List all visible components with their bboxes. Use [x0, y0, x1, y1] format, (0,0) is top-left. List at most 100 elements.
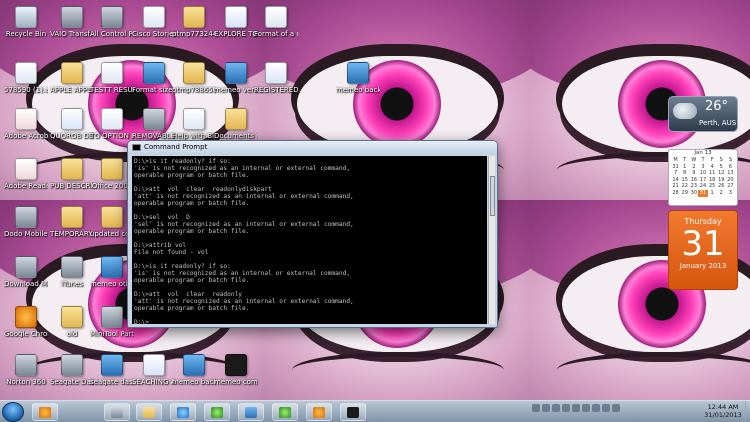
desktop-icon[interactable]: memeo version.PNG [214, 62, 258, 94]
tray-icon[interactable] [572, 404, 580, 412]
calendar-day[interactable]: 2 [689, 164, 698, 171]
calendar-day[interactable]: 31 [671, 164, 680, 171]
command-prompt-window[interactable]: Command Prompt D:\>is it readonly? if so… [127, 140, 498, 328]
desktop-icon[interactable]: Help with BIRE 5000… [172, 108, 216, 140]
calendar-day[interactable]: 23 [689, 183, 698, 190]
calendar-day[interactable]: 11 [708, 170, 717, 177]
taskbar-button-vmware[interactable] [238, 403, 264, 421]
desktop-icon[interactable]: Documents on Mel's… [214, 108, 258, 140]
desktop-icon[interactable]: TO OPTION HARD DRIVE [90, 108, 134, 140]
desktop-icon[interactable]: memeo back up date age… [336, 62, 380, 94]
calendar-day[interactable]: 8 [680, 170, 689, 177]
tray-icon[interactable] [582, 404, 590, 412]
calendar-grid[interactable]: M T W T F S S 31 1 2 3 4 5 6 7 8 9 10 11 12 13 14 15 16 17 18 19 20… [669, 157, 737, 197]
calendar-month-gadget[interactable]: Jan 13 M T W T F S S 31 1 2 3 4 5 6 7 8 9 10 11 12 13 14 15 16 1… [668, 149, 738, 206]
desktop-icon[interactable]: TESTT RESULTS… [90, 62, 134, 94]
calendar-day[interactable]: 29 [680, 190, 689, 197]
desktop-icon[interactable]: QUOROB DESCRIPTI… [50, 108, 94, 140]
system-tray[interactable] [532, 404, 622, 414]
calendar-day[interactable]: 12 [717, 170, 726, 177]
desktop-icon[interactable]: iTunes [50, 256, 94, 288]
desktop-icon[interactable]: Download Media Go [4, 256, 48, 288]
calendar-day[interactable]: 1 [708, 190, 717, 197]
desktop-icon[interactable]: 578590 (1).abc [4, 62, 48, 94]
taskbar-button-internet-explorer[interactable] [170, 403, 196, 421]
desktop-icon[interactable]: APPLE APPLICAT… [50, 62, 94, 94]
calendar-day[interactable]: 30 [689, 190, 698, 197]
calendar-day[interactable]: 3 [726, 190, 735, 197]
console-output[interactable]: D:\>is it readonly? if so:'is' is not re… [132, 156, 487, 324]
desktop-icon[interactable]: REMOVABLE DRIVE MEM… [132, 108, 176, 140]
taskbar-button-chrome[interactable] [306, 403, 332, 421]
weather-gadget[interactable]: 26° Perth, AUS [668, 96, 738, 132]
window-titlebar[interactable]: Command Prompt [128, 141, 497, 155]
tray-icon[interactable] [592, 404, 600, 412]
desktop-icon[interactable]: Recycle Bin [4, 6, 48, 38]
calendar-day[interactable]: 20 [726, 177, 735, 184]
desktop-icon[interactable]: Dodo Mobile Broadband [4, 206, 48, 238]
calendar-day[interactable]: 26 [717, 183, 726, 190]
desktop-icon[interactable]: VAIO Transf… [50, 6, 94, 38]
taskbar-button-clock-app[interactable] [204, 403, 230, 421]
calendar-day[interactable]: 9 [689, 170, 698, 177]
desktop-icon[interactable]: SEACHING A-SCRABLE… [132, 354, 176, 386]
calendar-day[interactable]: 5 [717, 164, 726, 171]
desktop-icon[interactable]: seagate dashboard… [90, 354, 134, 386]
taskbar-button-explorer[interactable] [136, 403, 162, 421]
network-icon[interactable] [602, 404, 610, 412]
desktop-icon[interactable]: REGISTERED TRUSTEES… [254, 62, 298, 94]
desktop-icon[interactable]: Adobe Acrobat… [4, 108, 48, 140]
desktop-icon[interactable]: Seagate Dashboard [50, 354, 94, 386]
calendar-day[interactable]: 21 [671, 183, 680, 190]
calendar-day[interactable]: 25 [708, 183, 717, 190]
desktop-icon[interactable]: PUB DESCRIPTU… [50, 158, 94, 190]
desktop-icon[interactable]: Adobe Reader XI [4, 158, 48, 190]
calendar-day[interactable]: 16 [689, 177, 698, 184]
volume-icon[interactable] [612, 404, 620, 412]
calendar-day[interactable]: 14 [671, 177, 680, 184]
calendar-day[interactable]: 2 [717, 190, 726, 197]
tray-icon[interactable] [532, 404, 540, 412]
taskbar-button-command-prompt[interactable] [340, 403, 366, 421]
calendar-day[interactable]: 19 [717, 177, 726, 184]
desktop-icon[interactable]: Format size - memeo PNG [132, 62, 176, 94]
desktop-icon[interactable]: Norton 360 [4, 354, 48, 386]
desktop-icon[interactable]: ptmp788650 [172, 62, 216, 94]
calendar-day[interactable]: 17 [698, 177, 707, 184]
scrollbar-thumb[interactable] [490, 176, 495, 216]
calendar-day[interactable]: 1 [680, 164, 689, 171]
desktop-icon[interactable]: TEMPORARY AGENCY P… [50, 206, 94, 238]
taskbar-clock[interactable]: 12:44 AM 31/01/2013 [700, 403, 746, 419]
show-desktop-button[interactable] [745, 401, 750, 422]
calendar-day[interactable]: 7 [671, 170, 680, 177]
calendar-day[interactable]: 3 [698, 164, 707, 171]
calendar-day[interactable]: 15 [680, 177, 689, 184]
desktop-icon[interactable]: All Control Panel Item… [90, 6, 134, 38]
desktop-icon[interactable]: ptmp773244 [172, 6, 216, 38]
taskbar-button-media-player[interactable] [32, 403, 58, 421]
calendar-day[interactable]: 18 [708, 177, 717, 184]
desktop-icon[interactable]: old [50, 306, 94, 338]
desktop-icon[interactable]: Cisco Stories [132, 6, 176, 38]
calendar-day[interactable]: 13 [726, 170, 735, 177]
desktop-icon[interactable]: memeo computer… [214, 354, 258, 386]
calendar-day[interactable]: 31 [698, 189, 708, 197]
calendar-day[interactable]: 22 [680, 183, 689, 190]
start-button[interactable] [2, 402, 24, 422]
calendar-day[interactable]: 4 [708, 164, 717, 171]
taskbar-button-timer[interactable] [272, 403, 298, 421]
calendar-day[interactable]: 28 [671, 190, 680, 197]
desktop-icon[interactable]: Format of a disk proper… [254, 6, 298, 38]
desktop-icon[interactable]: memeo back up.PNG [172, 354, 216, 386]
calendar-day[interactable]: 6 [726, 164, 735, 171]
vertical-scrollbar[interactable] [488, 156, 495, 324]
tray-icon[interactable] [562, 404, 570, 412]
calendar-day[interactable]: 10 [698, 170, 707, 177]
desktop-icon[interactable]: Google Chrome [4, 306, 48, 338]
taskbar-button-tools[interactable] [104, 403, 130, 421]
calendar-day-gadget[interactable]: Thursday 31 January 2013 [668, 210, 738, 290]
desktop-icon[interactable]: EXPLORE TO GO TO STU… [214, 6, 258, 38]
tray-icon[interactable] [542, 404, 550, 412]
tray-icon[interactable] [552, 404, 560, 412]
calendar-day[interactable]: 27 [726, 183, 735, 190]
